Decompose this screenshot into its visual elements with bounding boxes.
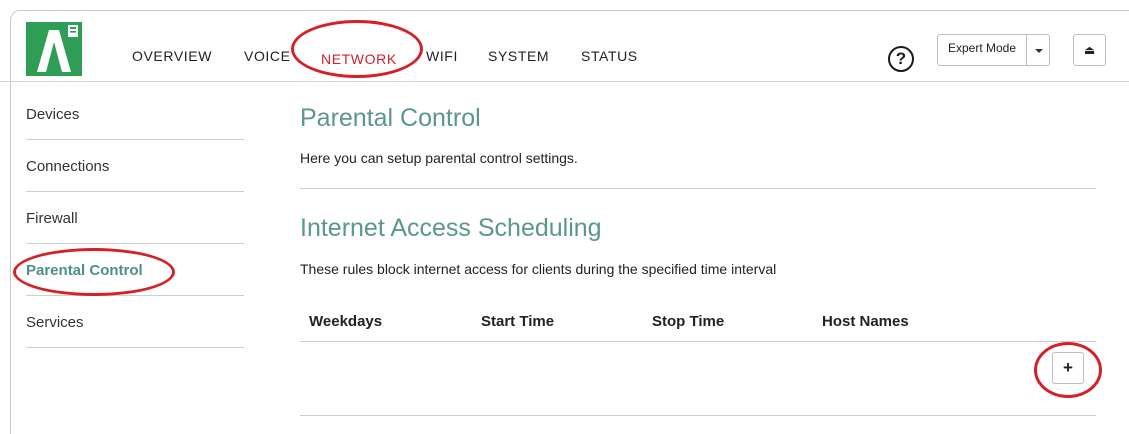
mode-selector[interactable]: Expert Mode — [937, 34, 1051, 66]
column-header-stop-time: Stop Time — [652, 313, 725, 330]
divider — [300, 188, 1096, 189]
page-description: Here you can setup parental control sett… — [300, 150, 578, 166]
sidebar: Devices Connections Firewall Parental Co… — [26, 88, 244, 348]
nav-wifi[interactable]: WIFI — [426, 48, 458, 64]
page-title: Parental Control — [300, 104, 481, 132]
nav-system[interactable]: SYSTEM — [488, 48, 549, 64]
nav-status[interactable]: STATUS — [581, 48, 638, 64]
sidebar-item-label: Connections — [26, 158, 110, 175]
sidebar-item-devices[interactable]: Devices — [26, 88, 244, 140]
sidebar-item-label: Parental Control — [26, 262, 143, 279]
column-header-start-time: Start Time — [481, 313, 555, 330]
table-header-divider — [300, 341, 1096, 342]
sidebar-item-label: Devices — [26, 106, 80, 123]
section-description: These rules block internet access for cl… — [300, 261, 777, 277]
mode-button[interactable]: Expert Mode — [937, 34, 1028, 66]
column-header-weekdays: Weekdays — [309, 313, 383, 330]
column-header-host-names: Host Names — [822, 313, 909, 330]
sidebar-item-firewall[interactable]: Firewall — [26, 192, 244, 244]
sidebar-item-parental-control[interactable]: Parental Control — [26, 244, 244, 296]
top-header: OVERVIEW VOICE NETWORK WIFI SYSTEM STATU… — [0, 0, 1129, 82]
sidebar-item-connections[interactable]: Connections — [26, 140, 244, 192]
help-icon[interactable]: ? — [888, 46, 914, 72]
table-bottom-divider — [300, 415, 1096, 416]
nav-network[interactable]: NETWORK — [321, 51, 397, 67]
sidebar-item-label: Firewall — [26, 210, 78, 227]
a3-logo-icon[interactable] — [26, 22, 82, 76]
add-rule-button[interactable]: + — [1052, 352, 1084, 384]
chevron-down-icon[interactable] — [1027, 34, 1051, 66]
annotation-circle-network — [291, 20, 423, 78]
logout-button[interactable]: ⏏ — [1073, 34, 1106, 66]
logout-icon: ⏏ — [1083, 43, 1096, 57]
nav-overview[interactable]: OVERVIEW — [132, 48, 212, 64]
nav-voice[interactable]: VOICE — [244, 48, 291, 64]
section-title: Internet Access Scheduling — [300, 214, 602, 242]
sidebar-item-services[interactable]: Services — [26, 296, 244, 348]
sidebar-item-label: Services — [26, 314, 84, 331]
